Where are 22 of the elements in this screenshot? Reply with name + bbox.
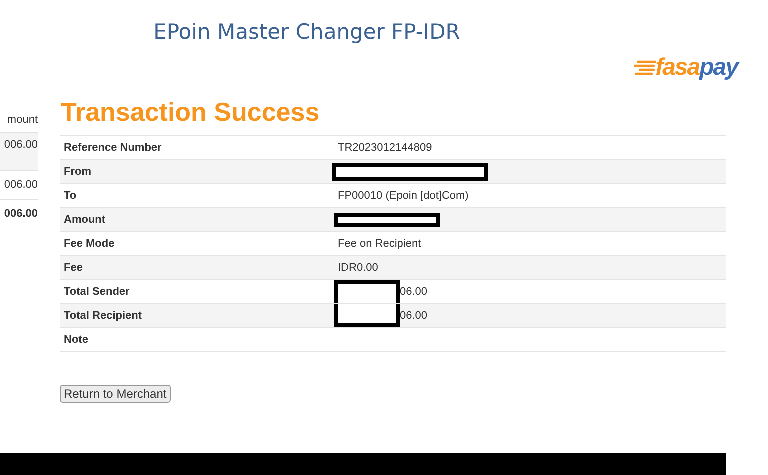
- field-label: Reference Number: [63, 142, 163, 154]
- logo: fasapay: [656, 56, 738, 80]
- field-value: 06.00: [400, 310, 428, 322]
- field-label: Fee Mode: [63, 238, 116, 250]
- field-label: Amount: [63, 214, 107, 226]
- heading: Transaction Success: [61, 97, 321, 128]
- field-label: Note: [63, 334, 90, 346]
- field-label: Total Sender: [63, 286, 131, 298]
- speed-lines-icon: [634, 60, 656, 76]
- return-button[interactable]: Return to Merchant: [60, 385, 171, 403]
- field-value: Fee on Recipient: [338, 238, 422, 250]
- table-cell: 006.00: [0, 132, 38, 170]
- field-label: Total Recipient: [63, 310, 144, 322]
- column-header: mount: [6, 114, 38, 128]
- field-value: TR2023012144809: [338, 142, 432, 154]
- field-value: FP00010 (Epoin [dot]Com): [338, 190, 469, 202]
- field-label: To: [63, 190, 78, 202]
- field-label: Fee: [63, 262, 84, 274]
- page-title: EPoin Master Changer FP-IDR: [154, 20, 460, 46]
- field-value: IDR0.00: [338, 262, 378, 274]
- field-label: From: [63, 166, 92, 178]
- field-value: 06.00: [400, 286, 428, 298]
